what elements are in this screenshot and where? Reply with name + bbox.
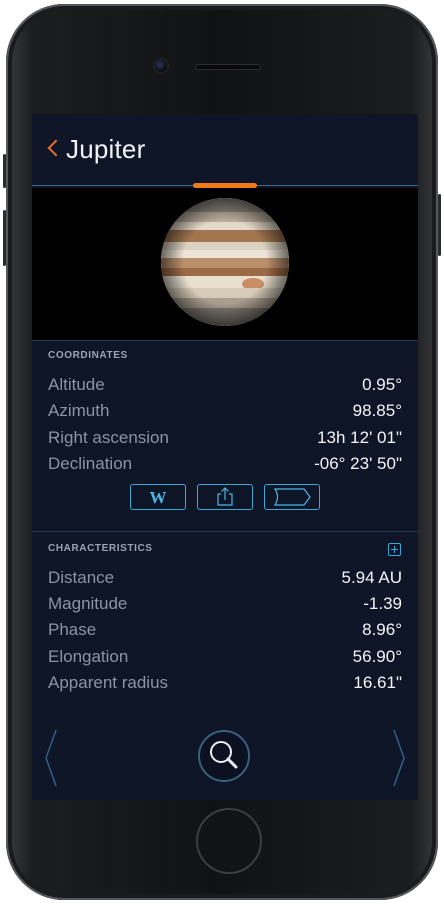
wikipedia-button[interactable]: W xyxy=(130,484,186,510)
share-button[interactable] xyxy=(197,484,253,510)
search-button[interactable] xyxy=(198,730,250,782)
characteristics-section-title: CHARACTERISTICS xyxy=(48,543,153,554)
characteristic-row-distance: Distance 5.94 AU xyxy=(48,568,402,594)
characteristic-row-magnitude: Magnitude -1.39 xyxy=(48,594,402,620)
app-screen: Jupiter COORDINATES Altitude 0.95° Azimu… xyxy=(32,114,418,800)
row-label: Elongation xyxy=(48,647,129,666)
characteristic-row-elongation: Elongation 56.90° xyxy=(48,647,402,673)
wikipedia-icon: W xyxy=(149,488,167,507)
row-value: 56.90° xyxy=(352,647,402,666)
side-button xyxy=(3,154,6,188)
home-button[interactable] xyxy=(196,808,262,874)
back-chevron-icon[interactable] xyxy=(47,139,65,157)
plus-icon[interactable] xyxy=(388,543,401,556)
search-icon xyxy=(210,741,238,769)
row-value: -1.39 xyxy=(363,594,402,613)
row-value: 16.61" xyxy=(353,673,402,692)
characteristic-row-apparent-radius: Apparent radius 16.61" xyxy=(48,673,402,699)
coordinate-row-right-ascension: Right ascension 13h 12' 01" xyxy=(48,428,402,454)
row-label: Apparent radius xyxy=(48,673,169,692)
row-label: Magnitude xyxy=(48,594,128,613)
jupiter-image xyxy=(161,198,289,326)
coordinates-section-title: COORDINATES xyxy=(48,350,128,361)
planet-image-panel xyxy=(32,188,418,340)
row-label: Distance xyxy=(48,568,115,587)
row-label: Declination xyxy=(48,454,133,473)
row-value: 13h 12' 01" xyxy=(317,428,402,447)
chevron-left-icon[interactable] xyxy=(42,728,62,788)
chevron-right-icon[interactable] xyxy=(388,728,408,788)
camera-icon xyxy=(155,60,167,72)
bottom-navigation xyxy=(32,716,418,800)
row-value: 98.85° xyxy=(352,401,402,420)
row-label: Azimuth xyxy=(48,401,110,420)
tag-icon xyxy=(273,488,311,506)
row-label: Right ascension xyxy=(48,428,169,447)
share-icon xyxy=(217,487,233,506)
tag-button[interactable] xyxy=(264,484,320,510)
row-value: 8.96° xyxy=(362,620,402,639)
section-divider xyxy=(32,531,418,532)
row-label: Phase xyxy=(48,620,97,639)
row-value: 5.94 AU xyxy=(341,568,403,587)
coordinate-row-altitude: Altitude 0.95° xyxy=(48,375,402,401)
row-label: Altitude xyxy=(48,375,105,394)
volume-button xyxy=(3,210,6,266)
power-button xyxy=(438,194,441,256)
row-value: -06° 23' 50" xyxy=(314,454,402,473)
characteristic-row-phase: Phase 8.96° xyxy=(48,620,402,646)
section-divider xyxy=(32,340,418,341)
speaker-grille xyxy=(195,64,261,70)
coordinate-row-declination: Declination -06° 23' 50" xyxy=(48,454,402,480)
navigation-bar: Jupiter xyxy=(32,114,418,186)
page-title: Jupiter xyxy=(66,134,146,164)
row-value: 0.95° xyxy=(362,375,402,394)
coordinate-row-azimuth: Azimuth 98.85° xyxy=(48,401,402,427)
